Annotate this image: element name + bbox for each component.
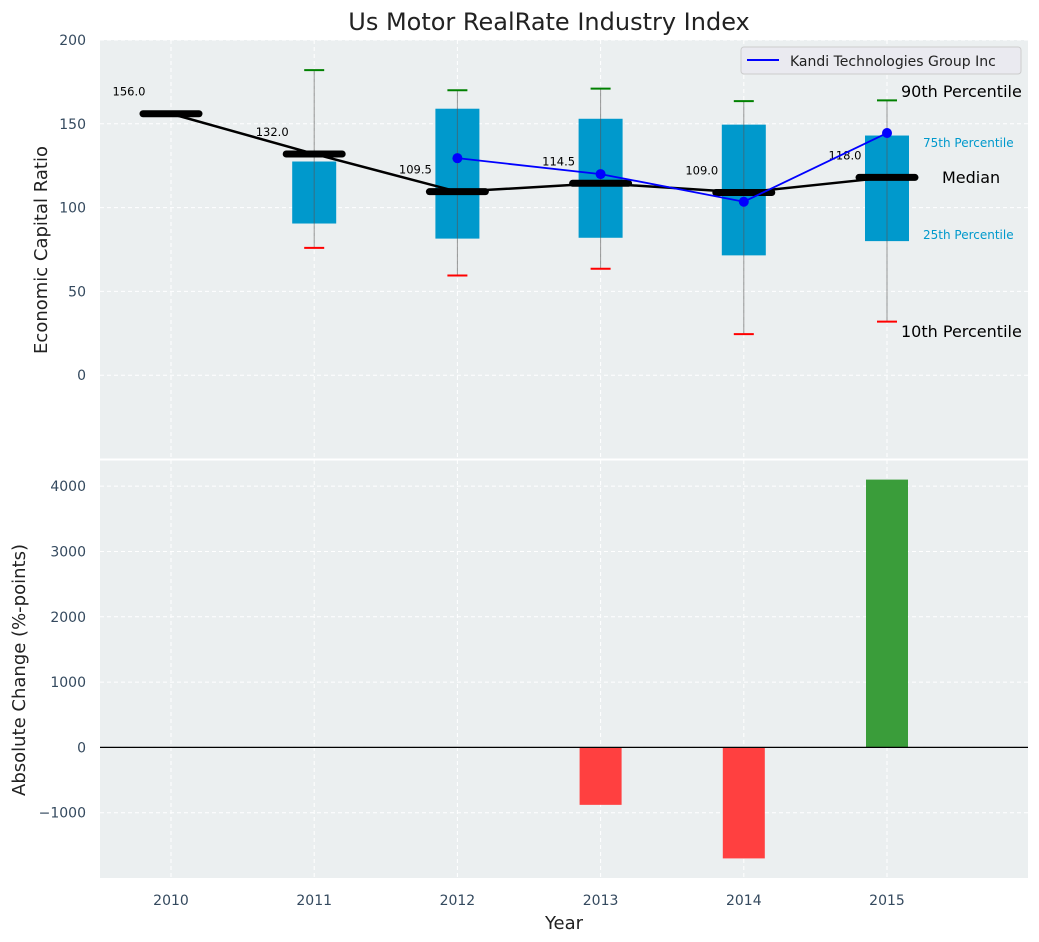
top-ylabel: Economic Capital Ratio [31, 146, 52, 354]
median-label: 156.0 [113, 85, 146, 99]
top-ytick-label: 150 [59, 117, 86, 133]
xtick-label: 2015 [869, 893, 905, 909]
top-ytick-label: 100 [59, 201, 86, 217]
xtick-label: 2013 [583, 893, 619, 909]
bottom-ytick-label: −1000 [39, 806, 86, 822]
xtick-label: 2012 [440, 893, 476, 909]
annotation-p90: 90th Percentile [901, 82, 1022, 101]
annotation-p25: 25th Percentile [923, 228, 1014, 242]
median-label: 114.5 [542, 154, 575, 168]
company-point-2012 [452, 153, 463, 164]
xlabel: Year [544, 913, 584, 934]
chart: Us Motor RealRate Industry Index 0 50 100 1… [9, 8, 1028, 934]
bottom-ylabel: Absolute Change (%-points) [9, 544, 30, 796]
median-label: 109.0 [685, 164, 718, 178]
top-ytick-label: 0 [77, 368, 86, 384]
change-bar-2013 [579, 747, 622, 805]
annotation-p75: 75th Percentile [923, 136, 1014, 150]
top-ytick-label: 200 [59, 33, 86, 49]
median-label: 118.0 [829, 148, 862, 162]
top-plot-area [100, 40, 1028, 459]
change-bar-2014 [722, 747, 765, 859]
bottom-ytick-label: 3000 [50, 544, 86, 560]
chart-title: Us Motor RealRate Industry Index [348, 8, 750, 36]
median-label: 109.5 [399, 163, 432, 177]
bottom-ytick-label: 2000 [50, 610, 86, 626]
bottom-ytick-label: 0 [77, 740, 86, 756]
change-bar-2015 [866, 479, 908, 748]
company-point-2013 [595, 169, 606, 180]
annotation-p10: 10th Percentile [901, 322, 1022, 341]
bottom-ytick-label: 4000 [50, 479, 86, 495]
top-ytick-label: 50 [68, 284, 86, 300]
annotation-median: Median [942, 168, 1000, 187]
xtick-label: 2011 [296, 893, 332, 909]
legend: Kandi Technologies Group Inc [740, 46, 1022, 75]
company-point-2014 [738, 196, 749, 207]
legend-label: Kandi Technologies Group Inc [790, 54, 996, 70]
median-label: 132.0 [256, 125, 289, 139]
xtick-label: 2014 [726, 893, 762, 909]
xtick-label: 2010 [153, 893, 189, 909]
company-point-2015 [882, 128, 892, 139]
bottom-ytick-label: 1000 [50, 675, 86, 691]
